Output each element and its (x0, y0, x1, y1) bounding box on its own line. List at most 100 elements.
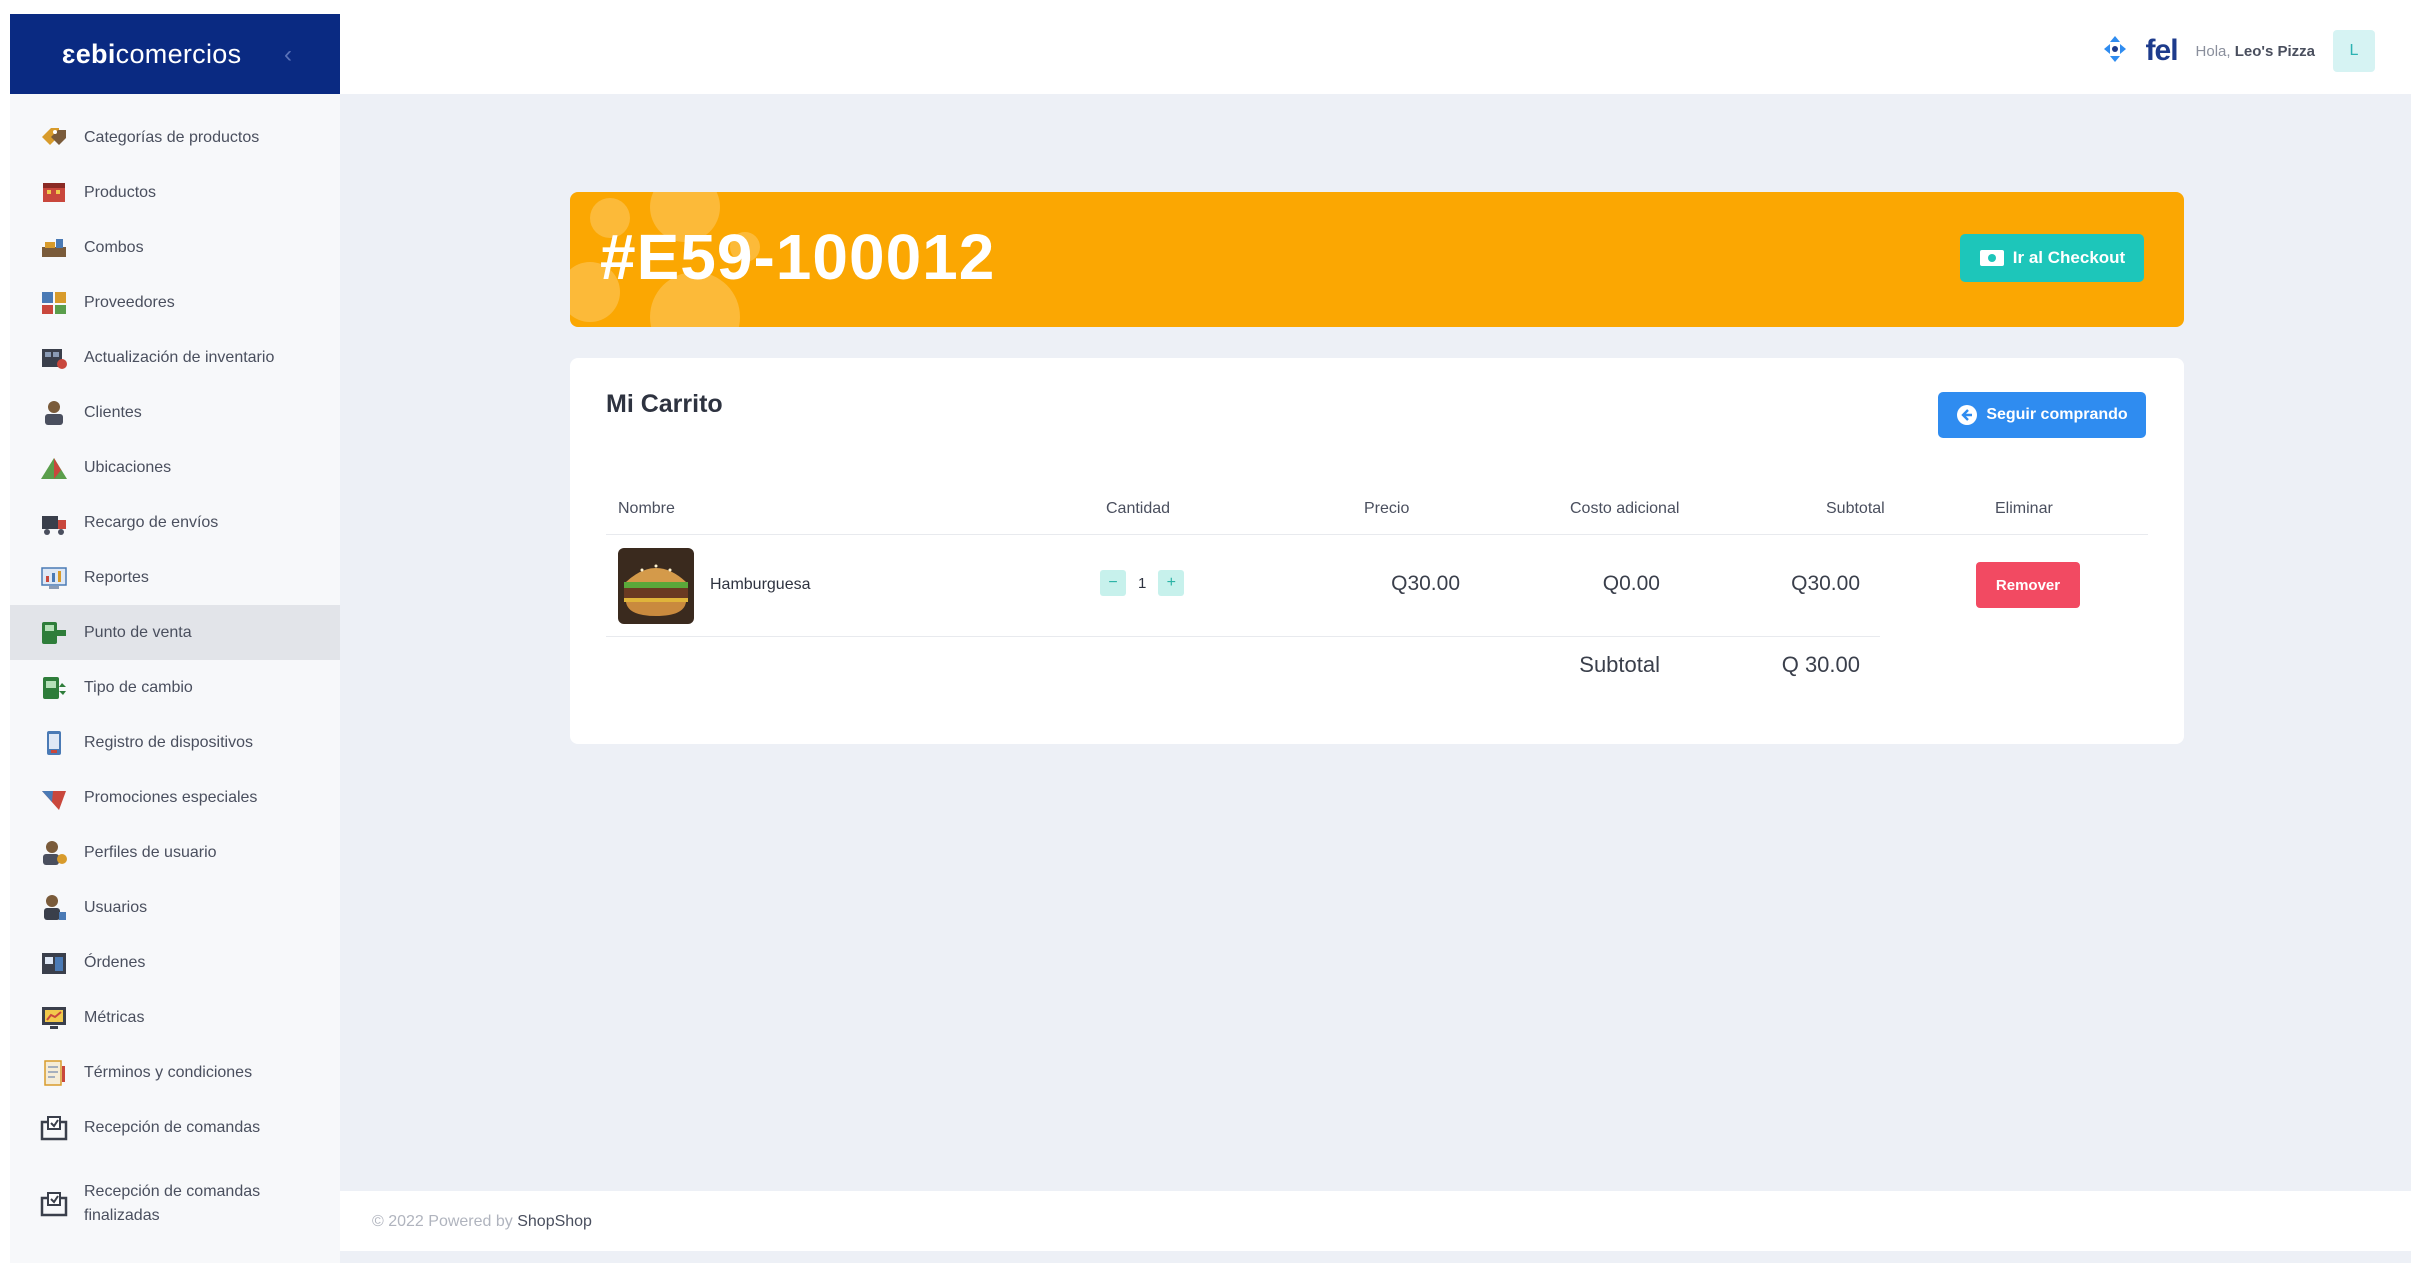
sidebar-item-label: Perfiles de usuario (84, 843, 217, 861)
sidebar-item-clientes[interactable]: Clientes (10, 385, 340, 440)
sidebar-item-label-line1: Recepción de comandas (84, 1183, 261, 1200)
order-id: #E59-100012 (600, 221, 996, 293)
user-greeting: Hola, Leo's Pizza (2196, 43, 2315, 60)
footer-powered-by[interactable]: ShopShop (517, 1213, 592, 1230)
sidebar-item-label: Proveedores (84, 293, 175, 311)
sidebar-item-productos[interactable]: Productos (10, 165, 340, 220)
sidebar-item-tipo-de-cambio[interactable]: Tipo de cambio (10, 660, 340, 715)
terms-icon (38, 1057, 70, 1089)
move-arrows-icon[interactable] (2102, 34, 2128, 69)
client-icon (38, 397, 70, 429)
col-header-precio: Precio (1364, 500, 1410, 517)
sidebar-item-perfiles-usuario[interactable]: Perfiles de usuario (10, 825, 340, 880)
topbar: fel Hola, Leo's Pizza L (340, 14, 2411, 94)
main-content: #E59-100012 Ir al Checkout Mi Carrito Se… (340, 94, 2411, 1191)
header-divider (606, 534, 2148, 535)
topbar-right: fel Hola, Leo's Pizza L (2102, 30, 2375, 72)
brand-suffix: comercios (115, 38, 242, 69)
back-arrow-icon (1957, 405, 1978, 425)
product-subtotal: Q30.00 (1791, 572, 1860, 595)
product-price: Q30.00 (1391, 572, 1460, 595)
sidebar-item-ordenes[interactable]: Órdenes (10, 935, 340, 990)
device-icon (38, 727, 70, 759)
sidebar-item-label: Usuarios (84, 898, 148, 916)
sidebar-item-registro-dispositivos[interactable]: Registro de dispositivos (10, 715, 340, 770)
sidebar-item-label: Reportes (84, 568, 149, 586)
reports-icon (38, 562, 70, 594)
brand-logo[interactable]: ɛebicomercios (62, 39, 241, 70)
sidebar-item-label: Recepción de comandas (84, 1118, 261, 1136)
sidebar-item-recepcion-comandas[interactable]: Recepción de comandas (10, 1100, 340, 1155)
cash-icon (1979, 250, 2004, 266)
sidebar-item-recepcion-comandas-finalizadas[interactable]: Recepción de comandas finalizadas (10, 1155, 340, 1235)
cart-subtotal-label: Subtotal (1579, 652, 1660, 677)
col-header-nombre: Nombre (618, 500, 675, 517)
sidebar-item-label: Recepción de comandas finalizadas (84, 1180, 260, 1228)
col-header-eliminar: Eliminar (1995, 500, 2053, 517)
suppliers-icon (38, 287, 70, 319)
keep-shopping-button[interactable]: Seguir comprando (1938, 392, 2146, 438)
col-header-subtotal: Subtotal (1826, 500, 1885, 517)
location-icon (38, 452, 70, 484)
exchange-icon (38, 672, 70, 704)
checkout-button[interactable]: Ir al Checkout (1960, 234, 2144, 282)
orders-icon (38, 947, 70, 979)
inventory-icon (38, 342, 70, 374)
sidebar-item-label: Combos (84, 238, 144, 256)
sidebar-item-label: Órdenes (84, 953, 146, 971)
sidebar-item-proveedores[interactable]: Proveedores (10, 275, 340, 330)
sidebar-item-punto-de-venta[interactable]: Punto de venta (10, 605, 340, 660)
kitchen-done-icon (38, 1188, 70, 1220)
sidebar-item-combos[interactable]: Combos (10, 220, 340, 275)
sidebar-item-ubicaciones[interactable]: Ubicaciones (10, 440, 340, 495)
products-icon (38, 177, 70, 209)
shipping-icon (38, 507, 70, 539)
decrease-quantity-button[interactable]: − (1100, 570, 1126, 596)
user-name: Leo's Pizza (2234, 42, 2315, 60)
sidebar-menu: Categorías de productos Productos Combos… (10, 94, 340, 1235)
metrics-icon (38, 1002, 70, 1034)
sidebar-item-usuarios[interactable]: Usuarios (10, 880, 340, 935)
col-header-costo-adicional: Costo adicional (1570, 500, 1680, 517)
sidebar-item-inventario[interactable]: Actualización de inventario (10, 330, 340, 385)
sidebar-item-label: Términos y condiciones (84, 1063, 253, 1081)
hamburger-image (618, 548, 694, 624)
sidebar-item-label: Tipo de cambio (84, 678, 193, 696)
collapse-chevron-icon[interactable]: ‹ (284, 41, 292, 69)
cart-title: Mi Carrito (606, 390, 723, 418)
increase-quantity-button[interactable]: + (1158, 570, 1185, 596)
product-name: Hamburguesa (710, 576, 811, 593)
fel-logo[interactable]: fel (2146, 34, 2179, 68)
greeting-text: Hola, (2195, 42, 2231, 60)
sidebar-item-label: Actualización de inventario (84, 348, 275, 366)
row-divider (606, 636, 1880, 637)
users-icon (38, 892, 70, 924)
sidebar-item-recargo-envios[interactable]: Recargo de envíos (10, 495, 340, 550)
sidebar-item-label: Ubicaciones (84, 458, 172, 476)
footer-text: © 2022 Powered by ShopShop (372, 1213, 592, 1231)
sidebar-item-promociones[interactable]: Promociones especiales (10, 770, 340, 825)
cart-card: Mi Carrito Seguir comprando Nombre Canti… (570, 358, 2184, 744)
combo-icon (38, 232, 70, 264)
brand-header: ɛebicomercios ‹ (10, 14, 340, 94)
remove-item-button[interactable]: Remover (1976, 562, 2080, 608)
sidebar-item-label: Promociones especiales (84, 788, 258, 806)
tags-icon (38, 122, 70, 154)
sidebar-item-label: Registro de dispositivos (84, 733, 253, 751)
sidebar-item-label: Productos (84, 183, 157, 201)
keep-shopping-label: Seguir comprando (1986, 406, 2128, 423)
pos-icon (38, 617, 70, 649)
col-header-cantidad: Cantidad (1106, 500, 1171, 517)
avatar[interactable]: L (2333, 30, 2375, 72)
cart-subtotal-value: Q 30.00 (1781, 652, 1860, 677)
sidebar-item-categorias[interactable]: Categorías de productos (10, 110, 340, 165)
bottom-strip (340, 1251, 2411, 1263)
checkout-button-label: Ir al Checkout (2012, 248, 2126, 267)
sidebar-item-metricas[interactable]: Métricas (10, 990, 340, 1045)
sidebar-item-terminos[interactable]: Términos y condiciones (10, 1045, 340, 1100)
sidebar: ɛebicomercios ‹ Categorías de productos … (10, 14, 340, 1263)
sidebar-item-label: Categorías de productos (84, 128, 260, 146)
order-banner: #E59-100012 Ir al Checkout (570, 192, 2184, 327)
sidebar-item-reportes[interactable]: Reportes (10, 550, 340, 605)
brand-prefix: ebi (75, 38, 116, 69)
